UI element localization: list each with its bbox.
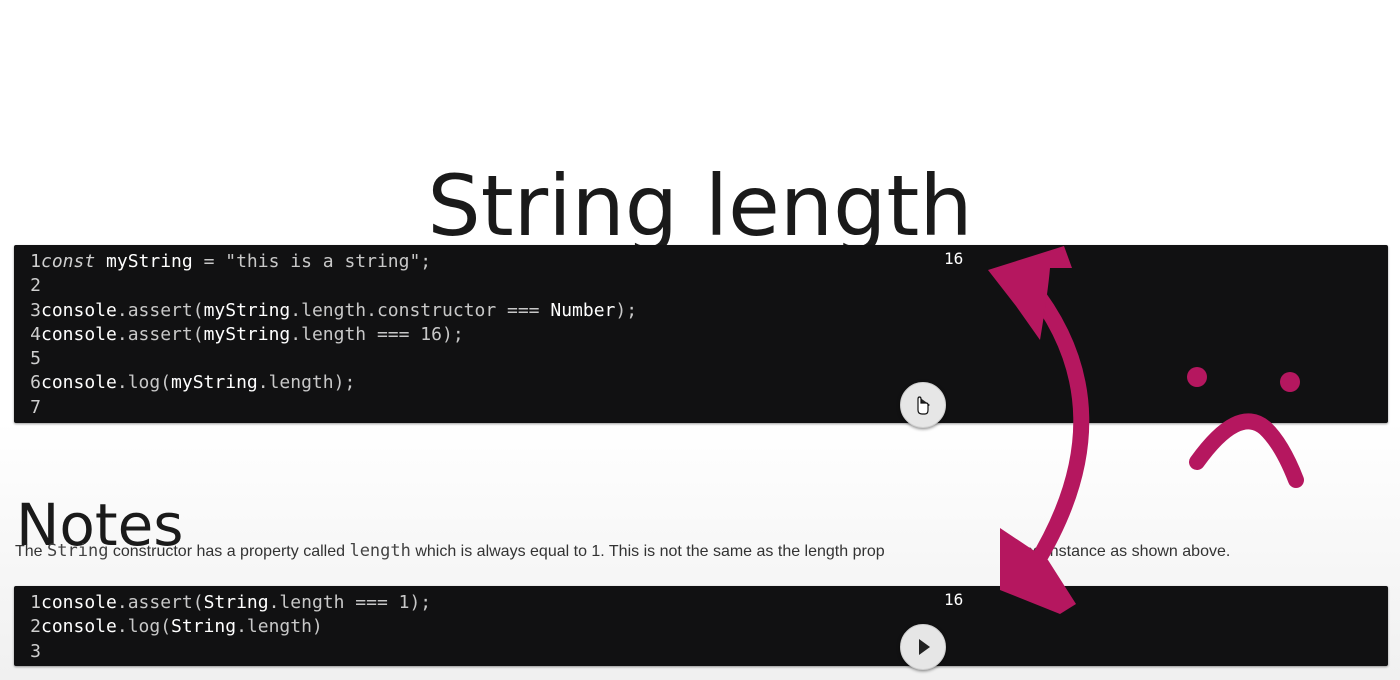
line-number: 6 [30, 372, 41, 394]
code-token: .length.constructor === [290, 299, 551, 321]
code-token: console [41, 372, 117, 394]
notes-paragraph: The String constructor has a property ca… [15, 541, 1395, 561]
code-line[interactable]: 1 console.assert(String.length === 1); [14, 591, 431, 615]
play-icon [919, 639, 930, 655]
console-output: 16 [944, 249, 964, 268]
line-number: 7 [30, 396, 41, 418]
code-token: myString [171, 372, 258, 394]
code-token: console [41, 616, 117, 638]
code-token: myString [106, 251, 193, 272]
line-number: 1 [30, 251, 41, 272]
code-token: console [41, 323, 117, 345]
code-line[interactable]: 5 [14, 347, 637, 371]
code-text: console.log(String.length) [41, 615, 323, 639]
inline-code: String [47, 541, 109, 561]
code-token: myString [203, 299, 291, 321]
line-number: 1 [30, 592, 41, 613]
code-text: const myString = "this is a string"; [41, 250, 431, 274]
line-number: 3 [30, 640, 41, 662]
notes-text-segment: which is always equal to 1. This is not … [410, 543, 885, 560]
code-token: .log( [116, 372, 172, 394]
code-token: .assert( [116, 323, 204, 345]
page-title: String length [427, 157, 973, 256]
notes-text-segment: constructor has a property called [108, 543, 350, 560]
code-token: console [41, 592, 117, 613]
code-line[interactable]: 7 [14, 396, 637, 420]
code-lines: 1 const myString = "this is a string"; 2 3 c… [14, 250, 637, 420]
code-token: const [41, 251, 96, 272]
code-line[interactable]: 6 console.log(myString.length); [14, 371, 637, 395]
code-token: String [171, 616, 237, 638]
code-editor-main[interactable]: 1 const myString = "this is a string"; 2 3 c… [14, 245, 1388, 428]
line-number: 2 [30, 275, 41, 297]
inline-code: length [349, 541, 411, 561]
code-token: console [41, 299, 117, 321]
code-text: console.assert(myString.length.construct… [41, 299, 637, 323]
notes-text-segment: The [15, 543, 48, 560]
code-text: console.assert(String.length === 1); [41, 591, 431, 615]
code-token: .length === 16); [290, 323, 464, 345]
code-line[interactable]: 2 console.log(String.length) [14, 615, 431, 639]
line-number: 5 [30, 348, 41, 370]
code-line[interactable]: 3 console.assert(myString.length.construc… [14, 299, 637, 323]
code-token: = "this is a string"; [192, 251, 432, 272]
code-line[interactable]: 1 const myString = "this is a string"; [14, 250, 637, 274]
code-token: Number [550, 299, 616, 321]
code-lines: 1 console.assert(String.length === 1); 2 co… [14, 591, 431, 664]
line-number: 4 [30, 323, 41, 345]
code-line[interactable]: 2 [14, 274, 637, 298]
code-token: .length) [236, 616, 323, 638]
run-button[interactable] [900, 624, 946, 670]
notes-text-segment: string instance as shown above. [1002, 543, 1231, 560]
code-token: String [203, 592, 269, 613]
code-token: .assert( [116, 299, 204, 321]
run-button[interactable] [900, 382, 946, 428]
code-line[interactable]: 4 console.assert(myString.length === 16); [14, 323, 637, 347]
code-line[interactable]: 3 [14, 640, 431, 664]
code-token: .assert( [116, 592, 204, 613]
code-token: myString [203, 323, 291, 345]
code-text: console.log(myString.length); [41, 371, 355, 395]
console-output: 16 [944, 590, 964, 609]
line-number: 3 [30, 299, 41, 321]
code-token: ); [615, 299, 638, 321]
hand-pointer-icon [917, 396, 929, 415]
code-token: .length); [257, 372, 356, 394]
code-editor-notes[interactable]: 1 console.assert(String.length === 1); 2 co… [14, 586, 1388, 670]
code-text: console.assert(myString.length === 16); [41, 323, 464, 347]
line-number: 2 [30, 616, 41, 638]
code-token: .log( [116, 616, 172, 638]
code-token: .length === 1); [268, 592, 432, 613]
